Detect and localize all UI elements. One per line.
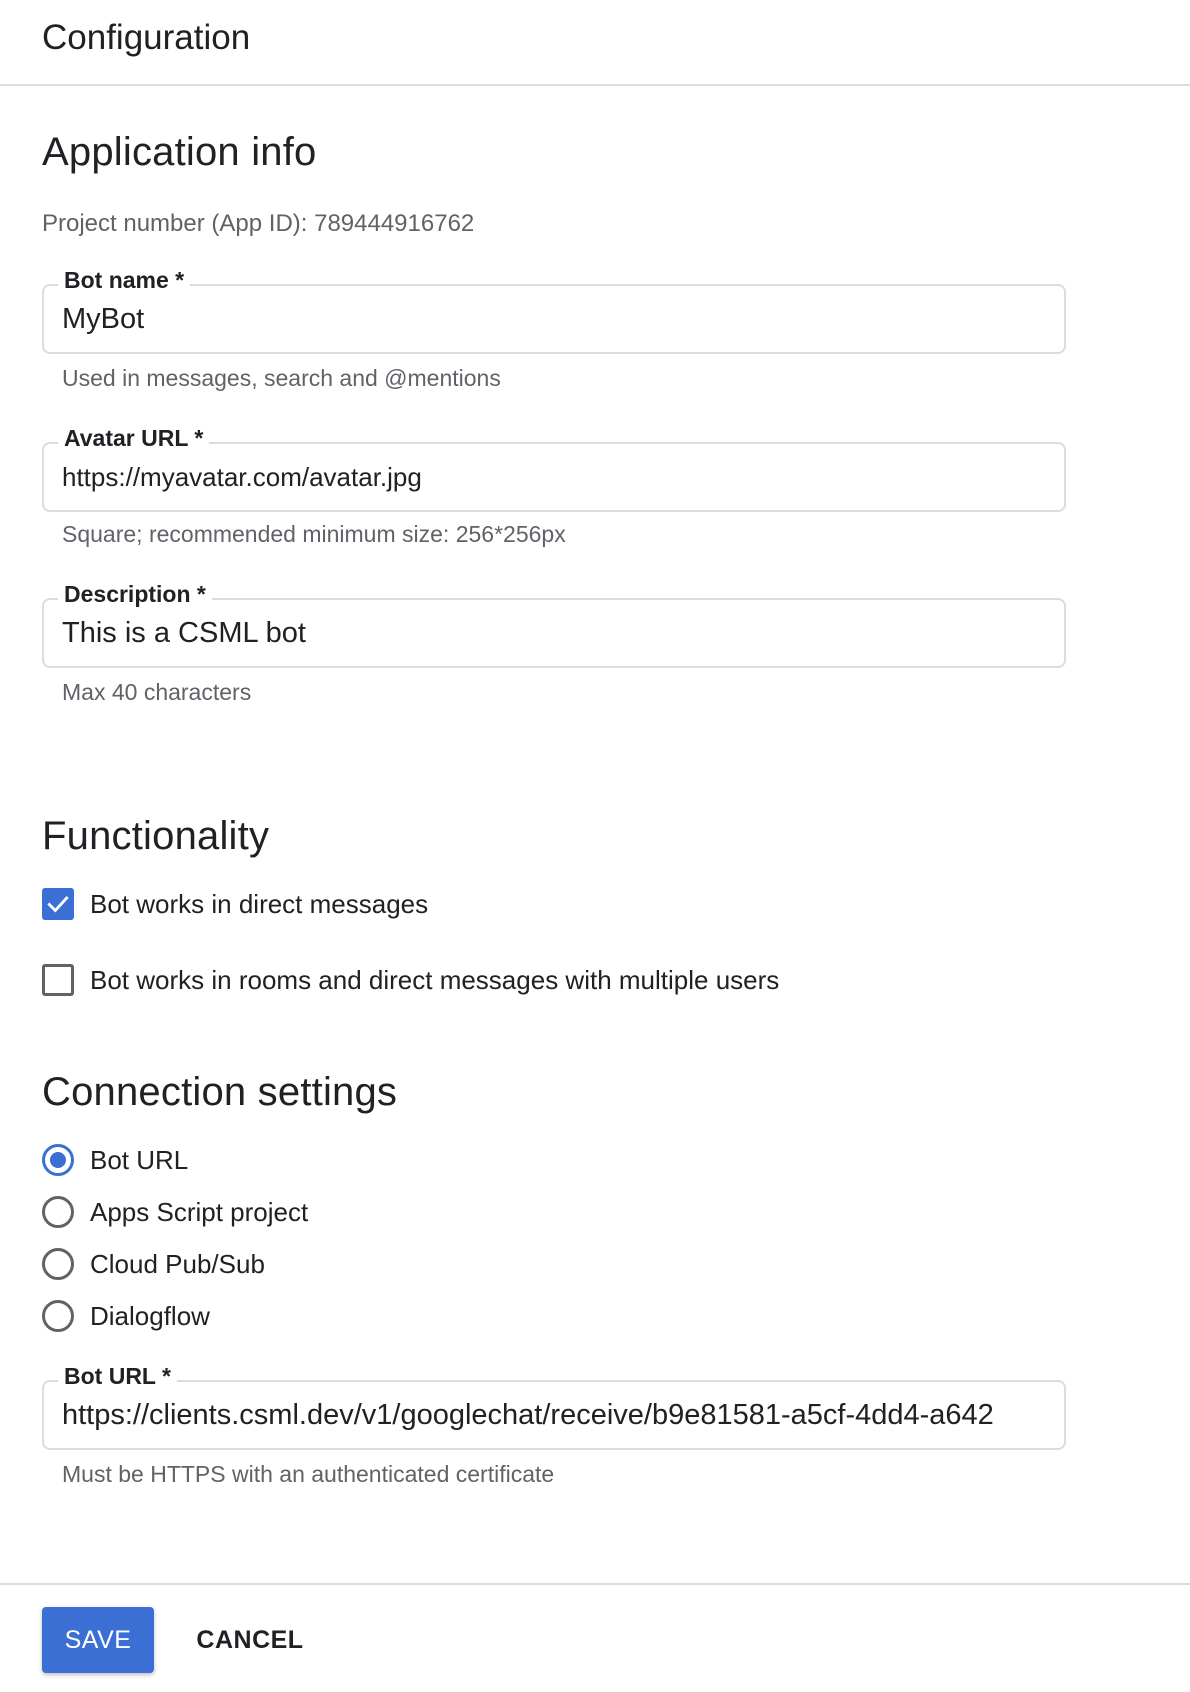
description-helper: Max 40 characters [62, 679, 252, 705]
radio-bot-url[interactable]: Bot URL [42, 1142, 188, 1178]
avatar-url-helper: Square; recommended minimum size: 256*25… [62, 521, 566, 547]
avatar-url-field[interactable]: Avatar URL * [42, 424, 1066, 512]
page-title: Configuration [42, 18, 251, 57]
bot-name-input[interactable] [62, 286, 1050, 352]
section-title-connection-settings: Connection settings [42, 1070, 398, 1114]
bot-url-field[interactable]: Bot URL * [42, 1362, 1066, 1450]
bot-url-input[interactable] [62, 1382, 1050, 1448]
radio-label: Apps Script project [90, 1197, 309, 1227]
radio-dot-icon [50, 1152, 66, 1168]
project-number: Project number (App ID): 789444916762 [42, 210, 475, 237]
description-field[interactable]: Description * [42, 580, 1066, 668]
cancel-button[interactable]: CANCEL [186, 1607, 314, 1673]
checkbox-label: Bot works in direct messages [90, 889, 429, 919]
section-title-functionality: Functionality [42, 814, 270, 858]
checkbox-unchecked[interactable] [42, 964, 74, 996]
radio-label: Dialogflow [90, 1301, 210, 1331]
footer-divider [0, 1583, 1190, 1585]
bot-name-field[interactable]: Bot name * [42, 266, 1066, 354]
radio-apps-script-project[interactable]: Apps Script project [42, 1194, 308, 1230]
radio-dialogflow[interactable]: Dialogflow [42, 1298, 210, 1334]
section-title-application-info: Application info [42, 130, 317, 174]
radio-selected[interactable] [42, 1144, 74, 1176]
checkbox-label: Bot works in rooms and direct messages w… [90, 965, 780, 995]
bot-url-helper: Must be HTTPS with an authenticated cert… [62, 1461, 555, 1487]
radio-unselected[interactable] [42, 1196, 74, 1228]
check-icon [47, 896, 69, 913]
description-input[interactable] [62, 600, 1050, 666]
radio-label: Cloud Pub/Sub [90, 1249, 265, 1279]
radio-cloud-pubsub[interactable]: Cloud Pub/Sub [42, 1246, 265, 1282]
checkbox-rooms-multiple-users[interactable]: Bot works in rooms and direct messages w… [42, 962, 779, 998]
checkbox-checked[interactable] [42, 888, 74, 920]
radio-unselected[interactable] [42, 1300, 74, 1332]
save-button[interactable]: SAVE [42, 1607, 154, 1673]
avatar-url-input[interactable] [62, 444, 1050, 510]
radio-label: Bot URL [90, 1145, 189, 1175]
radio-unselected[interactable] [42, 1248, 74, 1280]
checkbox-direct-messages[interactable]: Bot works in direct messages [42, 886, 428, 922]
top-bar: Configuration [0, 0, 1190, 86]
bot-name-helper: Used in messages, search and @mentions [62, 365, 501, 391]
